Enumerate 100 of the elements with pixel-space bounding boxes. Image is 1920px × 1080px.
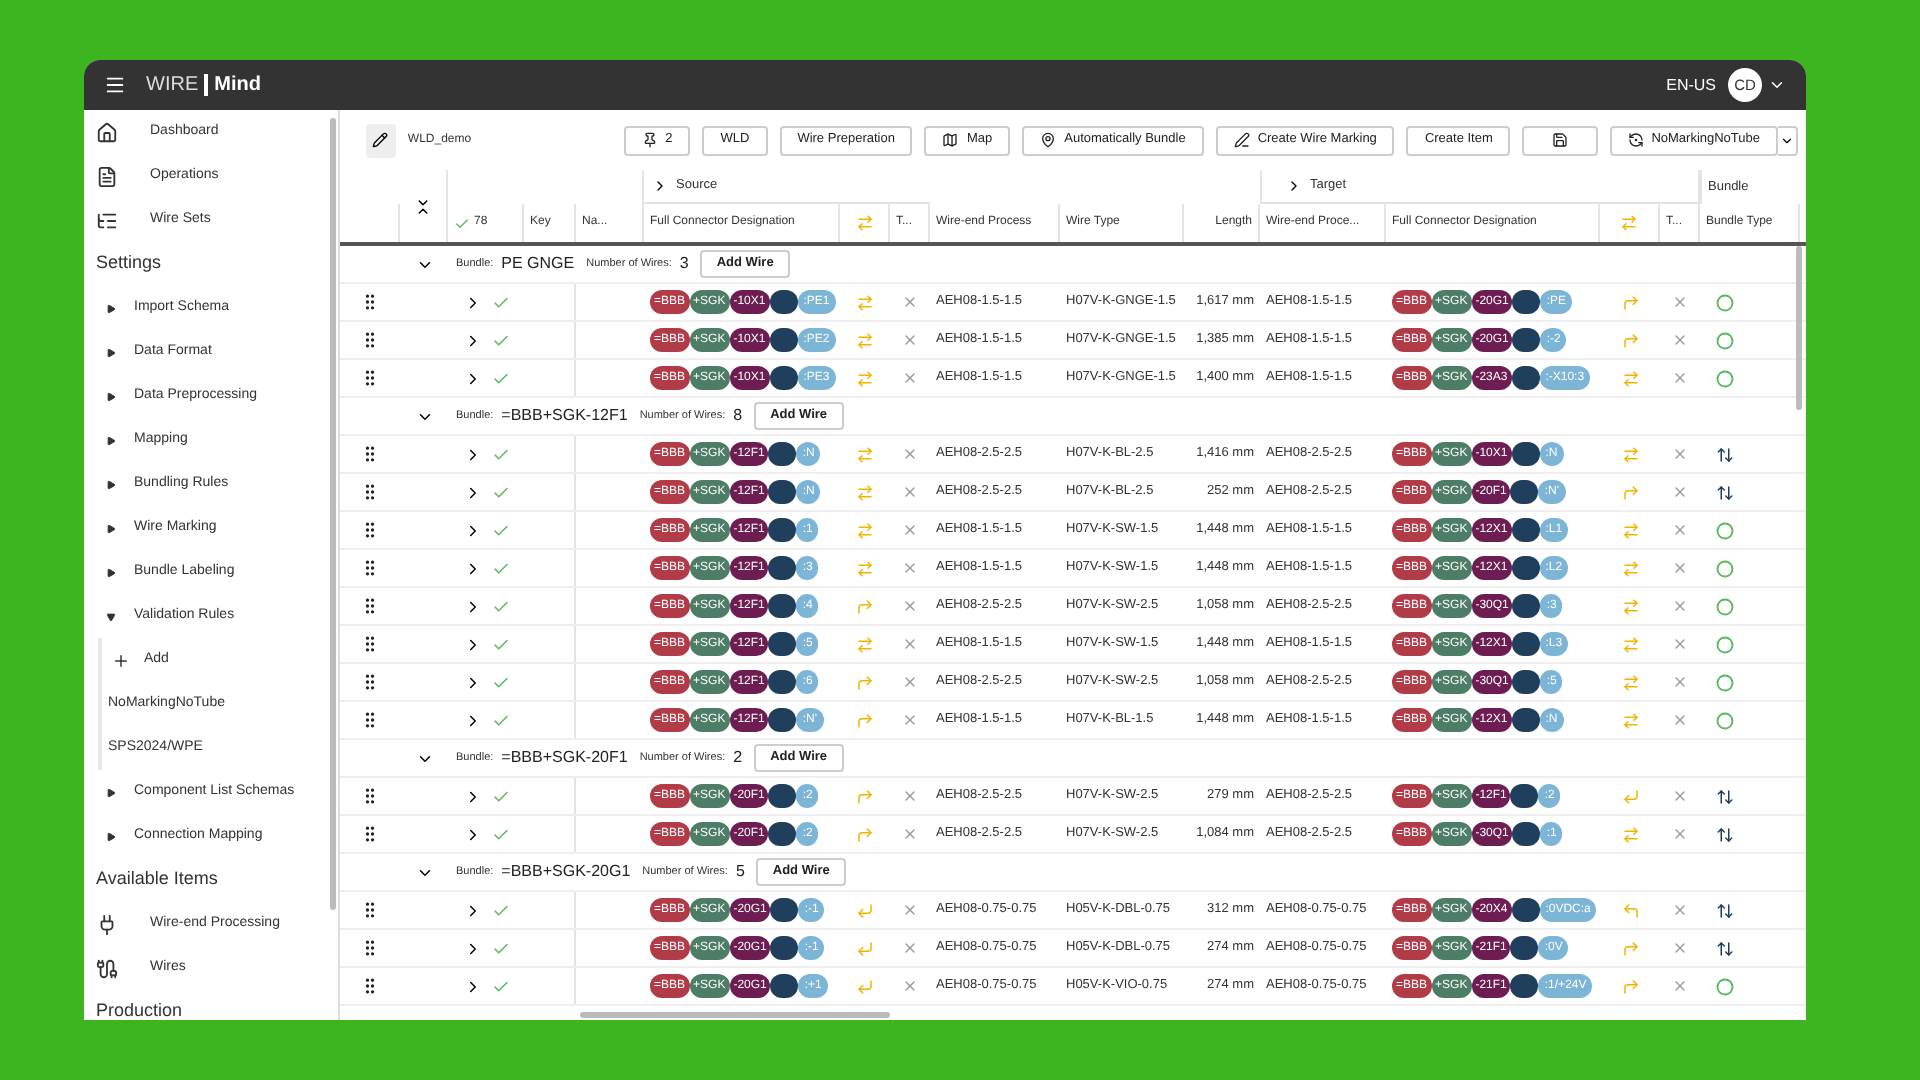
drag-handle-icon[interactable] <box>360 292 380 312</box>
close-icon[interactable] <box>902 446 918 462</box>
map-icon <box>942 132 959 148</box>
swap-arrow-icon <box>856 331 874 349</box>
expand-chevron-icon[interactable] <box>464 483 482 501</box>
close-icon[interactable] <box>902 978 918 994</box>
vertical-scrollbar[interactable] <box>330 118 336 910</box>
plus-icon[interactable] <box>112 651 130 669</box>
horizontal-scrollbar[interactable] <box>580 1012 890 1018</box>
caret-icon[interactable] <box>106 831 116 841</box>
caret-icon[interactable] <box>106 523 116 533</box>
drag-handle-icon[interactable] <box>360 900 380 920</box>
edit-button[interactable] <box>366 123 396 157</box>
drag-handle-icon[interactable] <box>360 710 380 730</box>
caret-icon[interactable] <box>106 303 116 313</box>
chevron-down-icon[interactable] <box>1768 76 1786 94</box>
connector-marker <box>1512 822 1541 846</box>
close-icon[interactable] <box>1672 788 1688 804</box>
caret-icon[interactable] <box>106 787 116 797</box>
close-icon[interactable] <box>902 294 918 310</box>
dropdown-button[interactable] <box>1778 125 1798 155</box>
connector-marker <box>770 936 799 960</box>
close-icon[interactable] <box>1672 978 1688 994</box>
collapse-all-icon[interactable] <box>414 197 432 215</box>
close-icon[interactable] <box>902 560 918 576</box>
caret-icon[interactable] <box>106 435 116 445</box>
caret-icon[interactable] <box>106 391 116 401</box>
swap-arrow-icon <box>856 635 874 653</box>
expand-chevron-icon[interactable] <box>464 825 482 843</box>
drag-handle-icon[interactable] <box>360 786 380 806</box>
expand-chevron-icon[interactable] <box>464 711 482 729</box>
drag-handle-icon[interactable] <box>360 482 380 502</box>
drag-handle-icon[interactable] <box>360 330 380 350</box>
circle-icon <box>1716 635 1734 653</box>
expand-chevron-icon[interactable] <box>464 635 482 653</box>
close-icon[interactable] <box>902 788 918 804</box>
expand-chevron-icon[interactable] <box>464 901 482 919</box>
connector-marker <box>769 290 798 314</box>
caret-icon[interactable] <box>106 479 116 489</box>
drag-handle-icon[interactable] <box>360 520 380 540</box>
drag-handle-icon[interactable] <box>360 976 380 996</box>
close-icon[interactable] <box>1672 712 1688 728</box>
close-icon[interactable] <box>902 370 918 386</box>
close-icon[interactable] <box>1672 332 1688 348</box>
close-icon[interactable] <box>1672 446 1688 462</box>
close-icon[interactable] <box>902 712 918 728</box>
close-icon[interactable] <box>1672 294 1688 310</box>
close-icon[interactable] <box>1672 484 1688 500</box>
language-selector[interactable]: EN-US <box>1666 73 1716 97</box>
drag-handle-icon[interactable] <box>360 558 380 578</box>
expand-chevron-icon[interactable] <box>464 673 482 691</box>
expand-chevron-icon[interactable] <box>464 369 482 387</box>
drag-handle-icon[interactable] <box>360 634 380 654</box>
expand-chevron-icon[interactable] <box>464 939 482 957</box>
close-icon[interactable] <box>1672 636 1688 652</box>
connector-marker <box>768 442 797 466</box>
close-icon[interactable] <box>902 332 918 348</box>
bundle-name: =BBB+SGK-20F1 <box>501 746 628 770</box>
vertical-scrollbar[interactable] <box>1796 246 1802 410</box>
caret-icon[interactable] <box>106 347 116 357</box>
drag-handle-icon[interactable] <box>360 824 380 844</box>
close-icon[interactable] <box>902 940 918 956</box>
close-icon[interactable] <box>1672 370 1688 386</box>
close-icon[interactable] <box>1672 674 1688 690</box>
menu-icon[interactable] <box>104 74 126 96</box>
close-icon[interactable] <box>902 636 918 652</box>
drag-handle-icon[interactable] <box>360 938 380 958</box>
close-icon[interactable] <box>1672 598 1688 614</box>
save-icon <box>1552 132 1569 148</box>
close-icon[interactable] <box>1672 940 1688 956</box>
expand-chevron-icon[interactable] <box>464 445 482 463</box>
close-icon[interactable] <box>902 674 918 690</box>
drag-handle-icon[interactable] <box>360 368 380 388</box>
expand-chevron-icon[interactable] <box>464 597 482 615</box>
expand-chevron-icon[interactable] <box>464 977 482 995</box>
close-icon[interactable] <box>902 598 918 614</box>
expand-chevron-icon[interactable] <box>652 178 668 194</box>
swap-arrow-icon <box>856 369 874 387</box>
close-icon[interactable] <box>902 902 918 918</box>
close-icon[interactable] <box>1672 522 1688 538</box>
drag-handle-icon[interactable] <box>360 444 380 464</box>
close-icon[interactable] <box>1672 560 1688 576</box>
close-icon[interactable] <box>902 826 918 842</box>
drag-handle-icon[interactable] <box>360 596 380 616</box>
save-button[interactable] <box>1522 125 1598 155</box>
caret-icon[interactable] <box>106 611 116 621</box>
close-icon[interactable] <box>902 522 918 538</box>
expand-chevron-icon[interactable] <box>464 331 482 349</box>
close-icon[interactable] <box>1672 826 1688 842</box>
drag-handle-icon[interactable] <box>360 672 380 692</box>
close-icon[interactable] <box>902 484 918 500</box>
connector-marker <box>1512 290 1541 314</box>
close-icon[interactable] <box>1672 902 1688 918</box>
caret-icon[interactable] <box>106 567 116 577</box>
expand-chevron-icon[interactable] <box>464 559 482 577</box>
connector-marker <box>768 670 797 694</box>
expand-chevron-icon[interactable] <box>1286 178 1302 194</box>
expand-chevron-icon[interactable] <box>464 787 482 805</box>
expand-chevron-icon[interactable] <box>464 521 482 539</box>
expand-chevron-icon[interactable] <box>464 293 482 311</box>
